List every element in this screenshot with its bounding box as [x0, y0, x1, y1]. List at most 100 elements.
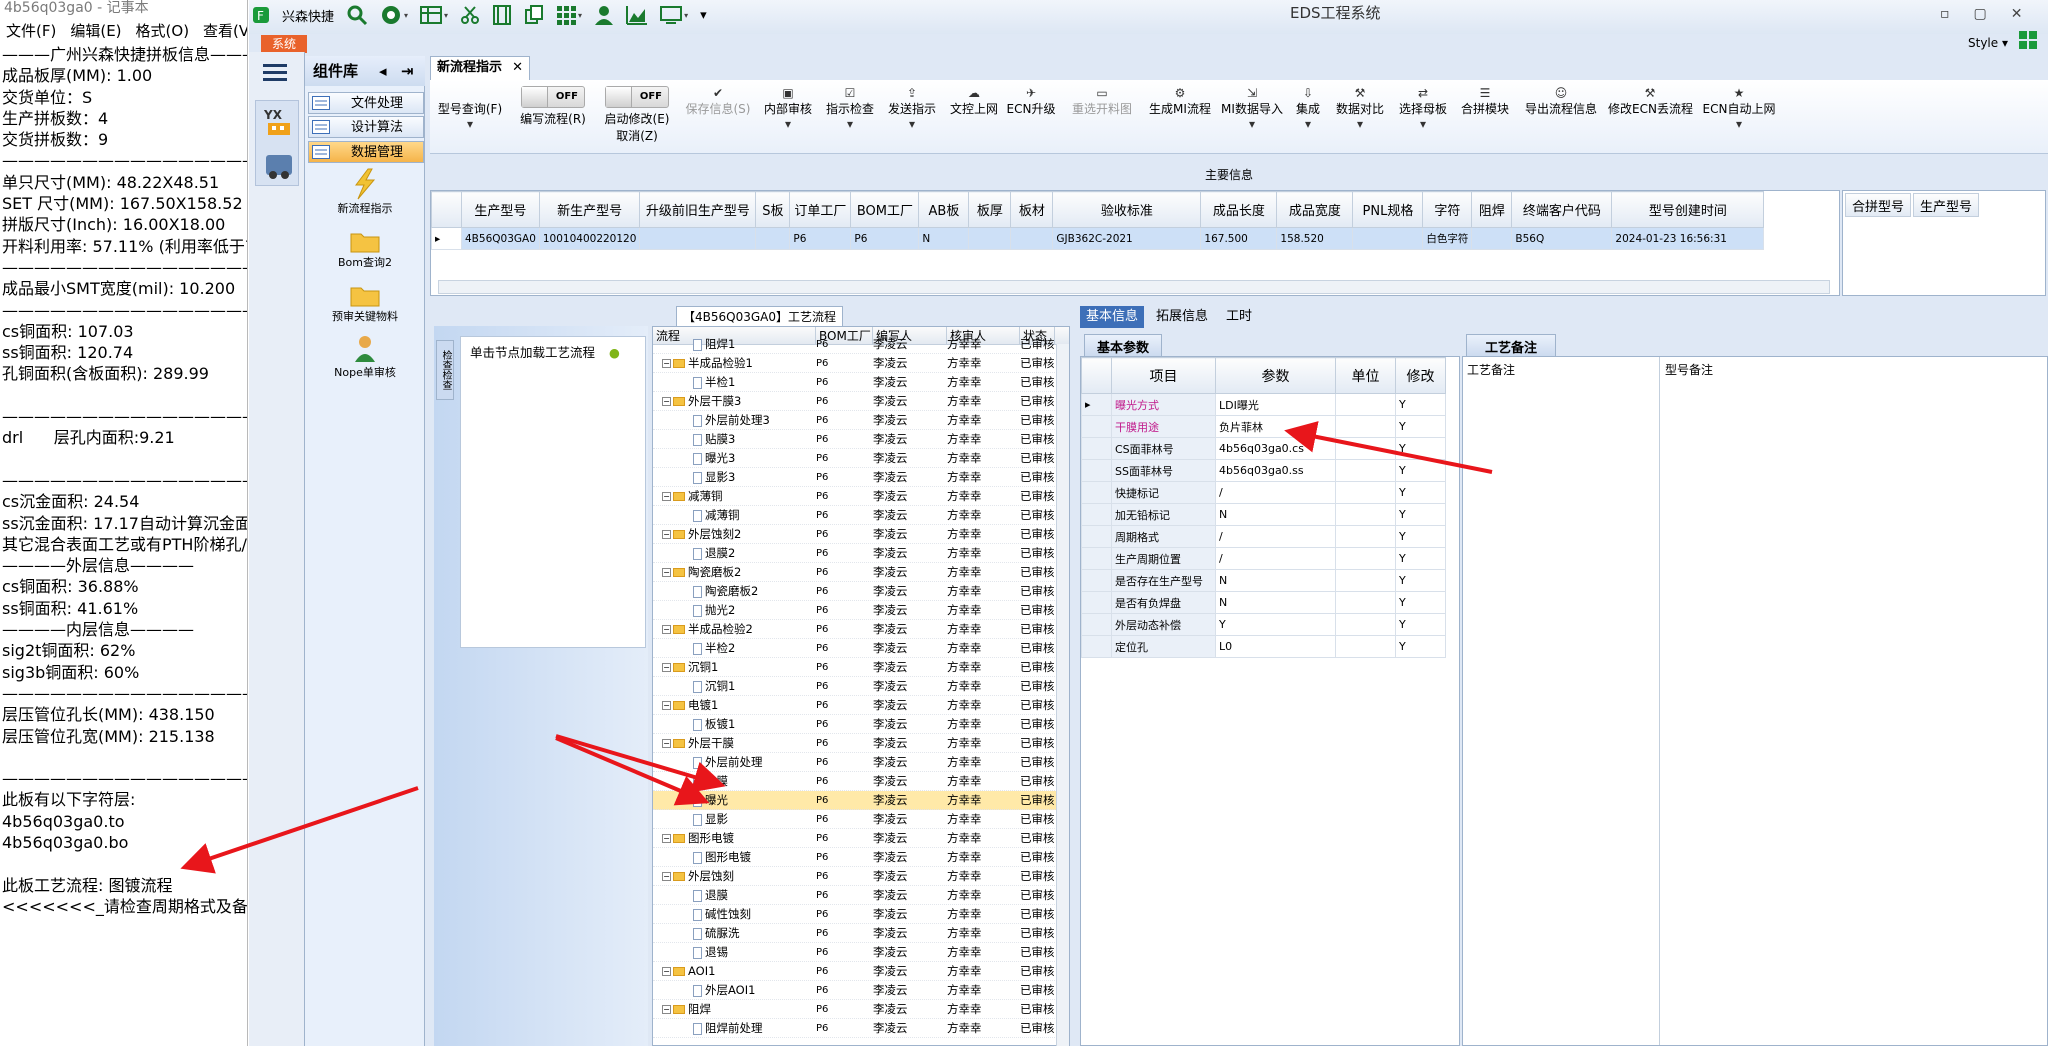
tree-row[interactable]: 陶瓷磨板2 P6 李凌云 方幸幸 已审核	[653, 582, 1069, 601]
hamburger-menu-icon[interactable]	[263, 62, 289, 82]
grid-cell[interactable]: 2024-01-23 16:56:31	[1611, 227, 1765, 250]
collapse-toggle-icon[interactable]: −	[662, 397, 671, 406]
grid-header[interactable]: BOM工厂	[850, 191, 920, 228]
ribbon-merge-module[interactable]: ☰ 合拼模块	[1458, 86, 1512, 117]
tree-row[interactable]: 阻焊1 P6 李凌云 方幸幸 已审核	[653, 335, 1069, 354]
tree-vertical-scrollbar[interactable]	[1056, 344, 1069, 1046]
param-row[interactable]: SS面菲林号 4b56q03ga0.ss Y	[1081, 459, 1446, 482]
tree-row[interactable]: 图形电镀 P6 李凌云 方幸幸 已审核	[653, 848, 1069, 867]
quick-label[interactable]: 兴森快捷	[282, 6, 334, 25]
grid-cell[interactable]: N	[918, 227, 970, 250]
param-value[interactable]: Y	[1215, 613, 1336, 636]
ribbon-export-process-info[interactable]: ☺ 导出流程信息	[1522, 86, 1600, 117]
param-row[interactable]: 生产周期位置 / Y	[1081, 547, 1446, 570]
param-col-modify[interactable]: 修改	[1395, 357, 1446, 394]
close-icon[interactable]: ✕	[2011, 6, 2023, 22]
tree-row[interactable]: 沉铜1 P6 李凌云 方幸幸 已审核	[653, 677, 1069, 696]
ribbon-model-query[interactable]: 型号查询(F) ▾	[434, 86, 506, 131]
notepad-text-area[interactable]: ———广州兴森快捷拼板信息——— 成品板厚(MM): 1.00 交货单位：S 生产拼板…	[2, 44, 247, 917]
tool-bom-query[interactable]: Bom查询2	[310, 228, 420, 270]
tab-work-hours[interactable]: 工时	[1220, 306, 1258, 328]
param-unit[interactable]	[1335, 503, 1396, 526]
tree-row[interactable]: − 外层干膜 P6 李凌云 方幸幸 已审核	[653, 734, 1069, 753]
grid-header[interactable]: 成品宽度	[1276, 191, 1354, 228]
tree-row[interactable]: − 阻焊 P6 李凌云 方幸幸 已审核	[653, 1000, 1069, 1019]
param-unit[interactable]	[1335, 481, 1396, 504]
param-value[interactable]: N	[1215, 569, 1336, 592]
collapse-toggle-icon[interactable]: −	[662, 663, 671, 672]
tree-node[interactable]: 贴膜3	[653, 430, 816, 448]
chart-icon[interactable]	[626, 5, 648, 25]
grid-header[interactable]: 板材	[1010, 191, 1054, 228]
param-unit[interactable]	[1335, 415, 1396, 438]
grid-header[interactable]: AB板	[918, 191, 970, 228]
menu-view[interactable]: 查看(V)	[203, 20, 247, 44]
param-value[interactable]: /	[1215, 481, 1336, 504]
collapse-toggle-icon[interactable]: −	[662, 1005, 671, 1014]
merge-grid[interactable]: 合拼型号 生产型号	[1842, 190, 2046, 296]
ribbon-start-modify[interactable]: OFF 启动修改(E) 取消(Z)	[596, 86, 678, 144]
tree-row[interactable]: − 半成品检验2 P6 李凌云 方幸幸 已审核	[653, 620, 1069, 639]
yx-module-icon[interactable]: YX	[264, 107, 294, 139]
tree-row[interactable]: − 陶瓷磨板2 P6 李凌云 方幸幸 已审核	[653, 563, 1069, 582]
param-row[interactable]: CS面菲林号 4b56q03ga0.cs Y	[1081, 437, 1446, 460]
tree-node[interactable]: 外层前处理3	[653, 411, 816, 429]
tree-row[interactable]: 外层前处理 P6 李凌云 方幸幸 已审核	[653, 753, 1069, 772]
grid-cell[interactable]	[968, 227, 1012, 250]
collapse-toggle-icon[interactable]: −	[662, 701, 671, 710]
grid-header[interactable]: 验收标准	[1052, 191, 1202, 228]
param-row[interactable]: 周期格式 / Y	[1081, 525, 1446, 548]
ribbon-doc-control-upload[interactable]: ☁ 文控上网	[946, 86, 1002, 117]
grid-cell[interactable]	[1010, 227, 1054, 250]
tree-row[interactable]: 板镀1 P6 李凌云 方幸幸 已审核	[653, 715, 1069, 734]
tool-new-process[interactable]: 新流程指示	[310, 168, 420, 216]
tree-row[interactable]: − 沉铜1 P6 李凌云 方幸幸 已审核	[653, 658, 1069, 677]
param-row[interactable]: 是否有负焊盘 N Y	[1081, 591, 1446, 614]
grid-cell[interactable]: P6	[789, 227, 852, 250]
start-modify-toggle[interactable]: OFF	[605, 86, 669, 108]
tab-extended-info[interactable]: 拓展信息	[1150, 306, 1214, 328]
grid-cell[interactable]: 4B56Q03GA0	[461, 227, 540, 250]
tree-node[interactable]: 半检2	[653, 639, 816, 657]
tree-node[interactable]: 退锡	[653, 943, 816, 961]
tree-row[interactable]: − 半成品检验1 P6 李凌云 方幸幸 已审核	[653, 354, 1069, 373]
collapse-toggle-icon[interactable]: −	[662, 568, 671, 577]
tree-node[interactable]: 曝光	[653, 791, 816, 809]
param-value[interactable]: /	[1215, 525, 1336, 548]
param-row[interactable]: 定位孔 L0 Y	[1081, 635, 1446, 658]
tree-row[interactable]: 曝光 P6 李凌云 方幸幸 已审核	[653, 791, 1069, 810]
menu-format[interactable]: 格式(O)	[136, 20, 190, 44]
ribbon-mi-data-import[interactable]: ⇲ MI数据导入 ▾	[1220, 86, 1284, 131]
tab-basic-info[interactable]: 基本信息	[1080, 306, 1145, 328]
tree-node[interactable]: 外层前处理	[653, 753, 816, 771]
horizontal-scrollbar[interactable]	[438, 280, 1830, 294]
tree-node[interactable]: 沉铜1	[653, 677, 816, 695]
grid-cell[interactable]	[755, 227, 791, 250]
basic-params-grid[interactable]: 项目 参数 单位 修改 ▸ 曝光方式 LDI曝光 Y 干膜用途 负片菲林 Y CS面菲林号 4b…	[1080, 356, 1460, 1046]
merge-header[interactable]: 生产型号	[1913, 193, 1980, 217]
tree-row[interactable]: 阻焊前处理 P6 李凌云 方幸幸 已审核	[653, 1019, 1069, 1038]
tree-node[interactable]: 图形电镀	[653, 848, 816, 866]
close-tab-icon[interactable]: ✕	[512, 57, 523, 79]
maximize-icon[interactable]: ▢	[1974, 6, 1987, 22]
tree-row[interactable]: − 减薄铜 P6 李凌云 方幸幸 已审核	[653, 487, 1069, 506]
minimize-icon[interactable]: ▫	[1940, 6, 1950, 22]
tree-node[interactable]: 显影	[653, 810, 816, 828]
copy-icon[interactable]	[524, 5, 544, 25]
ribbon-cancel-label[interactable]: 取消(Z)	[596, 127, 678, 144]
ribbon-select-mother-board[interactable]: ⇄ 选择母板 ▾	[1396, 86, 1450, 131]
ribbon-send-instruction[interactable]: ⇪ 发送指示 ▾	[884, 86, 940, 131]
param-value[interactable]: LDI曝光	[1215, 393, 1336, 416]
tree-row[interactable]: − 外层干膜3 P6 李凌云 方幸幸 已审核	[653, 392, 1069, 411]
grid-header[interactable]: 阻焊	[1471, 191, 1513, 228]
pin-icon[interactable]: ⇥	[401, 56, 414, 86]
user-icon[interactable]	[594, 5, 614, 25]
collapse-left-icon[interactable]: ◂	[379, 56, 387, 86]
param-col-unit[interactable]: 单位	[1335, 357, 1396, 394]
tree-node[interactable]: 硫脲洗	[653, 924, 816, 942]
param-unit[interactable]	[1335, 459, 1396, 482]
ribbon-ecn-auto-upload[interactable]: ★ ECN自动上网 ▾	[1702, 86, 1776, 131]
tree-row[interactable]: 硫脲洗 P6 李凌云 方幸幸 已审核	[653, 924, 1069, 943]
grid-cell[interactable]	[1471, 227, 1513, 250]
param-col-value[interactable]: 参数	[1215, 357, 1336, 394]
